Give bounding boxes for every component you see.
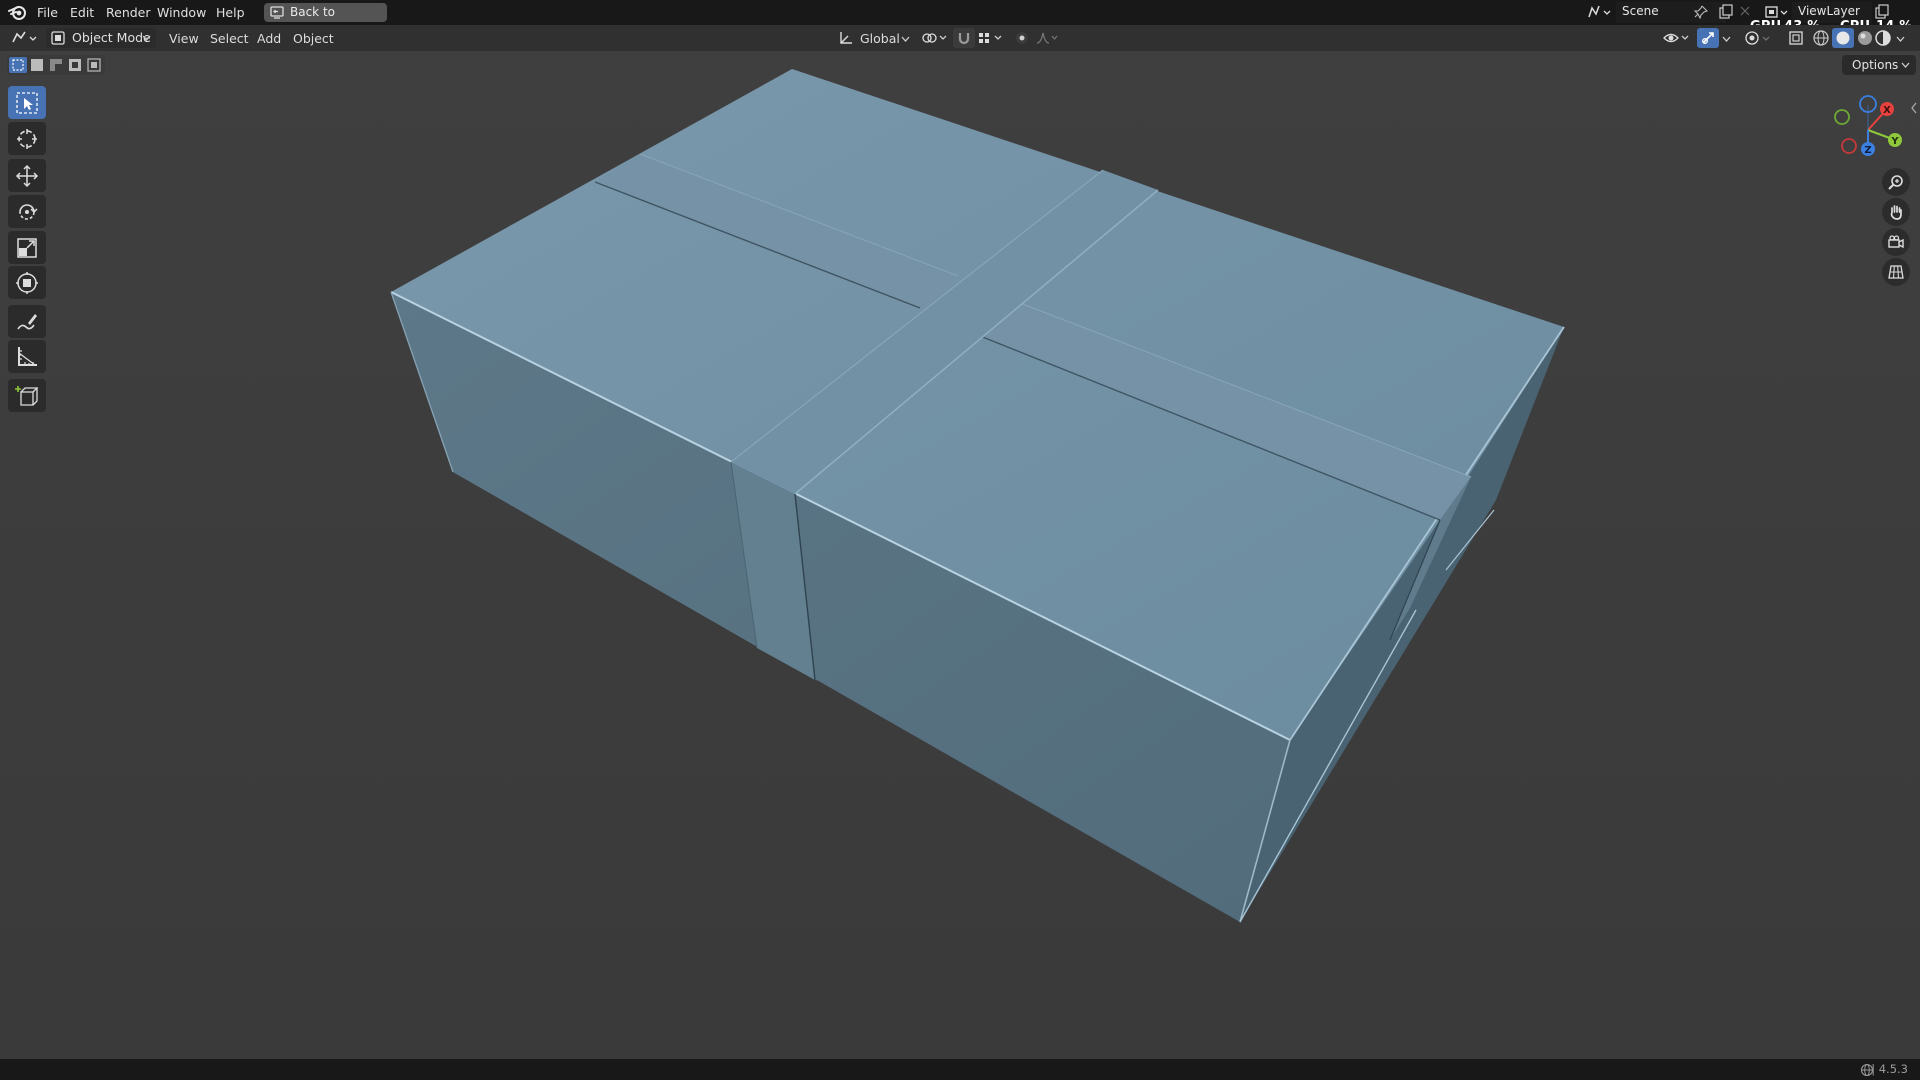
scene-icon[interactable] <box>1586 4 1612 20</box>
select-subtract-icon <box>50 59 62 71</box>
annotate-icon <box>17 314 37 330</box>
object-mode-label: Object Mode <box>72 30 151 45</box>
scene-name[interactable]: Scene <box>1622 4 1659 18</box>
select-new-button[interactable] <box>9 57 27 73</box>
tool-move[interactable] <box>8 159 46 192</box>
tool-scale[interactable] <box>8 231 46 264</box>
chevron-down-icon <box>142 35 151 41</box>
transform-icon <box>16 272 38 294</box>
snap-toggle[interactable] <box>953 28 975 48</box>
camera-icon <box>1888 235 1904 249</box>
zoom-button[interactable] <box>1882 168 1910 196</box>
view-layer-name[interactable]: ViewLayer <box>1798 4 1860 18</box>
menu-add[interactable]: Add <box>257 30 281 47</box>
pivot-point-icon[interactable] <box>921 30 949 46</box>
menu-select[interactable]: Select <box>210 30 249 47</box>
gizmo-z-label: Z <box>1864 145 1871 156</box>
shading-wireframe-icon[interactable] <box>1812 29 1830 47</box>
object-mode-dropdown[interactable]: Object Mode <box>46 28 156 48</box>
move-icon <box>15 164 39 188</box>
tool-annotate[interactable] <box>8 305 46 338</box>
select-invert-icon <box>69 59 81 71</box>
shading-rendered-icon[interactable] <box>1874 29 1892 47</box>
object-mode-icon <box>51 31 65 45</box>
tool-cursor[interactable] <box>8 122 46 155</box>
gizmo-toggle[interactable] <box>1697 28 1719 48</box>
options-label: Options <box>1852 58 1899 72</box>
menu-edit[interactable]: Edit <box>64 4 100 21</box>
tool-transform[interactable] <box>8 266 46 299</box>
add-cube-icon <box>15 386 39 406</box>
snap-target-icon[interactable] <box>977 31 1005 45</box>
menu-object[interactable]: Object <box>293 30 334 47</box>
close-scene-icon[interactable] <box>1740 6 1750 16</box>
gizmo-neg-x[interactable] <box>1841 138 1857 154</box>
navigation-gizmo[interactable]: X Y Z <box>1818 92 1918 162</box>
shading-material-icon[interactable] <box>1856 29 1874 47</box>
cursor-icon <box>17 129 37 149</box>
new-scene-icon[interactable] <box>1718 4 1734 20</box>
camera-view-button[interactable] <box>1882 228 1910 256</box>
select-invert-button[interactable] <box>66 57 84 73</box>
select-subtract-button[interactable] <box>47 57 65 73</box>
status-bar: | 4.5.3 <box>0 1059 1920 1080</box>
options-dropdown[interactable]: Options <box>1842 55 1916 75</box>
gizmo-chevron-icon[interactable] <box>1722 36 1731 42</box>
shading-solid-button[interactable] <box>1832 28 1854 48</box>
menu-file[interactable]: File <box>31 4 64 21</box>
select-box-icon <box>16 92 38 114</box>
menu-window[interactable]: Window <box>151 4 212 21</box>
version-number: 4.5.3 <box>1878 1062 1908 1076</box>
zoom-icon <box>1888 175 1903 190</box>
gizmo-icon <box>1702 32 1714 44</box>
select-new-icon <box>12 59 24 71</box>
new-view-layer-icon[interactable] <box>1874 4 1890 20</box>
select-extend-icon <box>31 59 43 71</box>
view-layer-icon[interactable] <box>1764 4 1790 20</box>
menu-render[interactable]: Render <box>100 4 157 21</box>
measure-icon <box>18 347 37 366</box>
pan-button[interactable] <box>1882 198 1910 226</box>
grid-icon <box>1888 265 1904 279</box>
shading-solid-icon <box>1836 31 1850 45</box>
transform-orientation-icon[interactable] <box>838 30 854 46</box>
magnet-icon <box>958 33 970 45</box>
back-icon <box>270 6 284 19</box>
tool-add-cube[interactable] <box>8 379 46 412</box>
rotate-icon <box>19 204 38 220</box>
menu-help[interactable]: Help <box>210 4 251 21</box>
select-intersect-icon <box>87 58 101 72</box>
viewport-header: Object Mode View Select Add Object Globa… <box>0 25 1920 51</box>
tool-measure[interactable] <box>8 340 46 373</box>
visibility-icon[interactable] <box>1662 30 1692 46</box>
orientation-chevron-icon[interactable] <box>901 36 910 42</box>
transform-orientation-label[interactable]: Global <box>860 30 900 47</box>
selection-mode-group <box>7 55 105 75</box>
menu-view[interactable]: View <box>169 30 199 47</box>
overlays-icon[interactable] <box>1744 29 1772 47</box>
perspective-toggle-button[interactable] <box>1882 258 1910 286</box>
tool-select-box[interactable] <box>8 86 46 119</box>
options-chevron-icon <box>1901 62 1910 68</box>
top-bar: File Edit Render Window Help Back to Pre… <box>0 0 1920 38</box>
pin-icon[interactable] <box>1694 5 1708 19</box>
blender-logo-icon[interactable] <box>8 4 28 21</box>
xray-icon[interactable] <box>1788 30 1804 46</box>
3d-viewport[interactable] <box>0 51 1920 1059</box>
gizmo-y-label: Y <box>1890 136 1899 147</box>
proportional-edit-icon[interactable] <box>1013 30 1059 46</box>
tool-rotate[interactable] <box>8 195 46 228</box>
select-intersect-button[interactable] <box>85 57 103 73</box>
version-label: | 4.5.3 <box>1871 1062 1908 1076</box>
gizmo-neg-y[interactable] <box>1834 109 1850 125</box>
hand-icon <box>1890 205 1902 220</box>
scale-icon <box>17 238 37 258</box>
select-extend-button[interactable] <box>28 57 46 73</box>
editor-type-icon[interactable] <box>10 29 40 47</box>
shading-chevron-icon[interactable] <box>1896 36 1905 42</box>
back-to-previous-button[interactable]: Back to Previous <box>264 3 387 38</box>
gizmo-x-label: X <box>1883 105 1891 116</box>
